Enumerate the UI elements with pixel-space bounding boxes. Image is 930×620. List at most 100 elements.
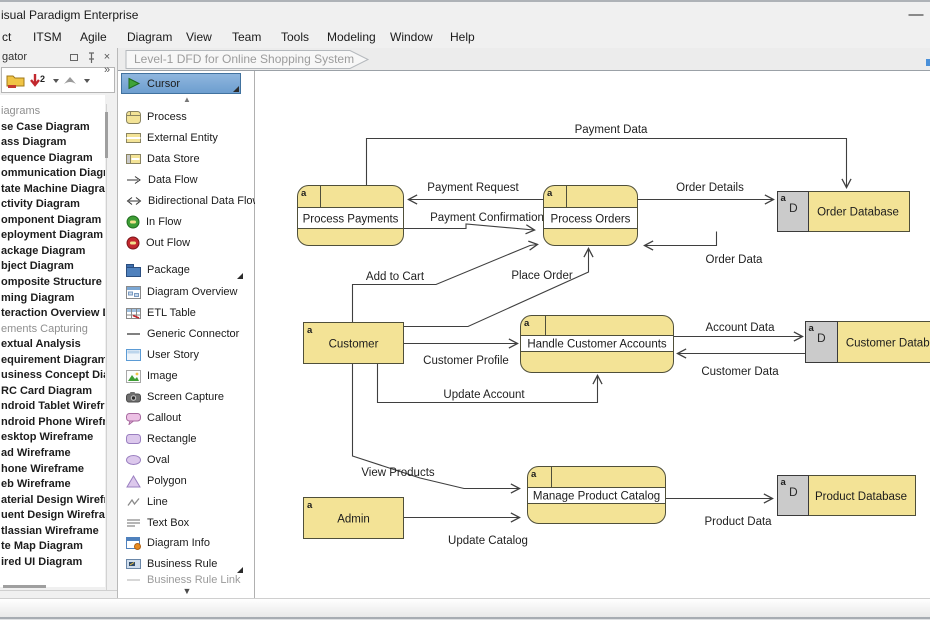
tool-cursor[interactable]: Cursor	[121, 73, 241, 94]
process-manage-product-catalog[interactable]: a Manage Product Catalog	[528, 467, 666, 524]
toolbox-scroll-down-icon[interactable]: ▼	[119, 586, 255, 596]
sort-dropdown-caret-icon[interactable]	[53, 79, 59, 83]
sort-icon[interactable]: 2	[29, 72, 47, 90]
minimize-button[interactable]: —	[903, 4, 929, 26]
tool-polygon[interactable]: Polygon	[121, 471, 251, 491]
menu-item-project[interactable]: ct	[2, 30, 11, 44]
tree-item-wired-ui[interactable]: ired UI Diagram	[1, 555, 105, 571]
tree-item-deployment[interactable]: eployment Diagram	[1, 228, 105, 244]
tree-item-iphone-wireframe[interactable]: hone Wireframe	[1, 462, 105, 478]
tree-item-material-design[interactable]: aterial Design Wirefr	[1, 493, 105, 509]
tree-horizontal-scroll-thumb[interactable]	[3, 585, 46, 588]
tool-text-box[interactable]: Text Box	[121, 513, 251, 533]
tab-title[interactable]: Level-1 DFD for Online Shopping System	[134, 52, 354, 66]
flow-place-order[interactable]	[404, 249, 589, 327]
menu-item-tools[interactable]: Tools	[281, 30, 309, 44]
toolbar-overflow-icon[interactable]: »	[104, 64, 109, 76]
tool-etl-table[interactable]: ETL Table	[121, 303, 251, 323]
menu-item-view[interactable]: View	[186, 30, 212, 44]
diagram-overview-icon	[126, 286, 141, 299]
tree-item-class[interactable]: ass Diagram	[1, 135, 105, 151]
tool-user-story[interactable]: User Story	[121, 345, 251, 365]
tool-callout[interactable]: Callout	[121, 408, 251, 428]
tool-bidirectional-data-flow[interactable]: Bidirectional Data Flow	[121, 191, 251, 211]
tree-vertical-scrollbar[interactable]	[106, 104, 107, 590]
tool-image[interactable]: Image	[121, 366, 251, 386]
tool-in-flow[interactable]: In Flow	[121, 212, 251, 232]
tree-item-atlassian[interactable]: tlassian Wireframe	[1, 524, 105, 540]
tree-item-android-phone[interactable]: ndroid Phone Wirefra	[1, 415, 105, 431]
menu-item-window[interactable]: Window	[390, 30, 433, 44]
tool-data-store[interactable]: Data Store	[121, 149, 251, 169]
tree-item-package[interactable]: ackage Diagram	[1, 244, 105, 260]
menu-item-agile[interactable]: Agile	[80, 30, 107, 44]
menu-item-itsm[interactable]: ITSM	[33, 30, 62, 44]
tree-group-diagrams[interactable]: iagrams	[1, 104, 105, 120]
tree-item-fluent-design[interactable]: uent Design Wirefram	[1, 508, 105, 524]
tool-generic-connector[interactable]: Generic Connector	[121, 324, 251, 344]
flow-add-to-cart[interactable]	[353, 245, 538, 323]
svg-text:2: 2	[40, 74, 45, 84]
tool-rectangle[interactable]: Rectangle	[121, 429, 251, 449]
tree-item-textual-analysis[interactable]: extual Analysis	[1, 337, 105, 353]
tree-item-crc-card[interactable]: RC Card Diagram	[1, 384, 105, 400]
menu-item-diagram[interactable]: Diagram	[127, 30, 172, 44]
tree-item-timing[interactable]: ming Diagram	[1, 291, 105, 307]
tree-item-state-machine[interactable]: tate Machine Diagram	[1, 182, 105, 198]
tool-oval[interactable]: Oval	[121, 450, 251, 470]
tree-item-site-map[interactable]: te Map Diagram	[1, 539, 105, 555]
tree-item-component[interactable]: omponent Diagram	[1, 213, 105, 229]
tool-diagram-info[interactable]: Diagram Info	[121, 533, 251, 553]
flow-order-data[interactable]	[645, 232, 717, 246]
tool-package[interactable]: Package	[121, 260, 251, 280]
tree-item-android-tablet[interactable]: ndroid Tablet Wirefra	[1, 399, 105, 415]
menu-item-modeling[interactable]: Modeling	[327, 30, 376, 44]
flow-payment-data[interactable]	[367, 139, 847, 188]
tool-business-rule-link[interactable]: Business Rule Link	[121, 574, 251, 585]
open-project-icon[interactable]	[6, 72, 26, 90]
data-store-product-database[interactable]: a D Product Database	[778, 476, 916, 516]
tool-line[interactable]: Line	[121, 492, 251, 512]
tree-horizontal-scrollbar[interactable]	[0, 590, 117, 591]
menu-item-team[interactable]: Team	[232, 30, 261, 44]
close-icon[interactable]: ×	[101, 51, 113, 63]
tool-external-entity[interactable]: External Entity	[121, 128, 251, 148]
tree-item-web-wireframe[interactable]: eb Wireframe	[1, 477, 105, 493]
tree-item-communication[interactable]: ommunication Diagra	[1, 166, 105, 182]
collapse-dropdown-caret-icon[interactable]	[84, 79, 90, 83]
toolbox-scroll-up-icon[interactable]: ▲	[119, 95, 255, 104]
tool-process[interactable]: Process	[121, 107, 251, 127]
flow-payment-confirmation[interactable]	[404, 224, 535, 230]
tool-data-flow[interactable]: Data Flow	[121, 170, 251, 190]
tree-item-ipad-wireframe[interactable]: ad Wireframe	[1, 446, 105, 462]
process-process-orders[interactable]: a Process Orders	[544, 186, 638, 246]
tree-item-object[interactable]: bject Diagram	[1, 259, 105, 275]
tree-item-desktop-wireframe[interactable]: esktop Wireframe	[1, 430, 105, 446]
tree-item-activity[interactable]: ctivity Diagram	[1, 197, 105, 213]
tree-item-requirement[interactable]: equirement Diagram	[1, 353, 105, 369]
tree-group-requirements[interactable]: ements Capturing	[1, 322, 105, 338]
external-entity-customer[interactable]: a Customer	[304, 323, 404, 364]
diagram-canvas[interactable]: Payment Data Payment Request Payment Con…	[255, 71, 930, 598]
tab-scroll-indicator[interactable]	[926, 59, 930, 66]
menu-item-help[interactable]: Help	[450, 30, 475, 44]
tree-vertical-scroll-thumb[interactable]	[105, 112, 108, 158]
collapse-up-icon[interactable]	[62, 74, 78, 87]
bidirectional-data-flow-icon	[126, 195, 142, 207]
tree-item-composite[interactable]: omposite Structure D	[1, 275, 105, 291]
external-entity-admin[interactable]: a Admin	[304, 498, 404, 539]
data-store-order-database[interactable]: a D Order Database	[778, 192, 910, 232]
tool-screen-capture[interactable]: Screen Capture	[121, 387, 251, 407]
tree-item-sequence[interactable]: equence Diagram	[1, 151, 105, 167]
tree-item-business-concept[interactable]: usiness Concept Diag	[1, 368, 105, 384]
tool-diagram-overview[interactable]: Diagram Overview	[121, 282, 251, 302]
float-window-icon[interactable]	[70, 54, 78, 61]
tool-out-flow[interactable]: Out Flow	[121, 233, 251, 253]
process-handle-customer-accounts[interactable]: a Handle Customer Accounts	[521, 316, 674, 373]
process-process-payments[interactable]: a Process Payments	[298, 186, 404, 246]
tool-business-rule[interactable]: Business Rule	[121, 554, 251, 574]
tree-item-interaction[interactable]: teraction Overview D	[1, 306, 105, 322]
tree-item-use-case[interactable]: se Case Diagram	[1, 120, 105, 136]
data-store-customer-database[interactable]: a D Customer Database	[806, 322, 930, 363]
pin-icon[interactable]	[86, 52, 97, 64]
